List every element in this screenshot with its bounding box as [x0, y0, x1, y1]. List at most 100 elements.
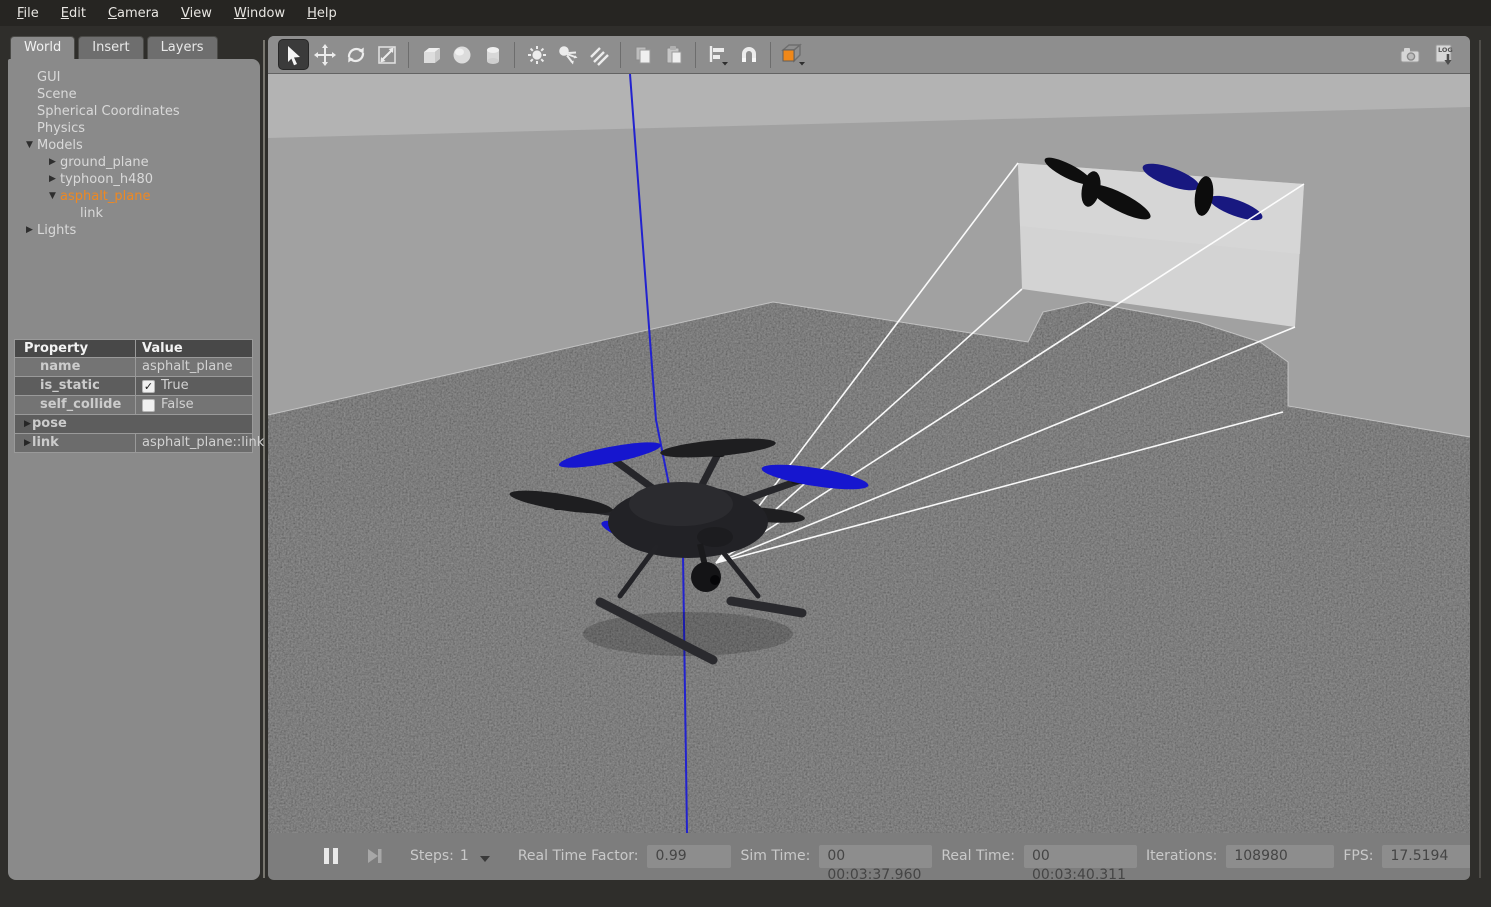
directional-light-button[interactable]: [583, 39, 614, 70]
property-row-is-static[interactable]: is_static ✓True: [15, 377, 252, 396]
left-tab-bar: World Insert Layers: [10, 36, 218, 59]
tree-item-lights[interactable]: ▶Lights: [8, 222, 260, 239]
real-time-label: Real Time:: [941, 848, 1015, 864]
copy-icon: [632, 44, 654, 66]
menu-window[interactable]: Window: [223, 3, 296, 24]
cylinder-icon: [482, 44, 504, 66]
view-cube-icon: [779, 42, 807, 68]
select-tool-button[interactable]: [278, 39, 309, 70]
point-light-icon: [526, 44, 548, 66]
tab-world[interactable]: World: [10, 36, 75, 59]
expand-arrow-icon[interactable]: ▶: [15, 415, 29, 433]
paste-button[interactable]: [658, 39, 689, 70]
sphere-shape-button[interactable]: [446, 39, 477, 70]
real-time-factor-field[interactable]: 0.99: [647, 845, 731, 868]
expand-arrow-icon[interactable]: ▶: [15, 434, 29, 452]
tab-layers[interactable]: Layers: [147, 36, 218, 59]
sim-time-field[interactable]: 00 00:03:37.960: [819, 845, 932, 868]
property-row-link[interactable]: ▶link asphalt_plane::link: [15, 434, 252, 453]
toolbar-separator: [695, 42, 696, 68]
align-icon: [706, 43, 730, 67]
svg-text:LOG: LOG: [1438, 46, 1453, 54]
toolbar-separator: [408, 42, 409, 68]
panel-splitter[interactable]: [263, 40, 265, 878]
window-edge: [1479, 40, 1481, 878]
tree-item-physics[interactable]: Physics: [8, 120, 260, 137]
tree-item-spherical-coordinates[interactable]: Spherical Coordinates: [8, 103, 260, 120]
tree-item-typhoon-h480[interactable]: ▶typhoon_h480: [8, 171, 260, 188]
fps-field[interactable]: 17.5194: [1382, 845, 1470, 868]
rotate-tool-button[interactable]: [340, 39, 371, 70]
snap-magnet-icon: [738, 44, 760, 66]
log-record-button[interactable]: LOG: [1429, 39, 1460, 70]
tree-item-asphalt-plane[interactable]: ▼asphalt_plane: [8, 188, 260, 205]
sphere-icon: [451, 44, 473, 66]
expand-arrow-icon[interactable]: ▼: [45, 188, 60, 205]
tree-item-ground-plane[interactable]: ▶ground_plane: [8, 154, 260, 171]
rotate-icon: [345, 44, 367, 66]
camera-icon: [1398, 44, 1422, 66]
select-cursor-icon: [283, 44, 305, 66]
pause-button[interactable]: [322, 846, 340, 866]
screenshot-button[interactable]: [1394, 39, 1425, 70]
align-tool-button[interactable]: [702, 39, 733, 70]
viewport-toolbar: LOG: [268, 36, 1470, 74]
camera-lens: [710, 575, 720, 585]
iterations-field[interactable]: 108980: [1226, 845, 1334, 868]
sim-time-label: Sim Time:: [740, 848, 810, 864]
expand-arrow-icon[interactable]: ▶: [22, 222, 37, 239]
simulation-status-bar: Steps: 1 Real Time Factor: 0.99 Sim Time…: [268, 833, 1470, 879]
menu-edit[interactable]: Edit: [50, 3, 97, 24]
render-area: LOG: [268, 36, 1470, 880]
real-time-factor-label: Real Time Factor:: [518, 848, 639, 864]
toolbar-separator: [514, 42, 515, 68]
property-row-pose[interactable]: ▶pose: [15, 415, 252, 434]
point-light-button[interactable]: [521, 39, 552, 70]
copy-button[interactable]: [627, 39, 658, 70]
property-row-self-collide[interactable]: self_collide False: [15, 396, 252, 415]
box-icon: [420, 44, 442, 66]
steps-value[interactable]: 1: [460, 848, 469, 864]
tree-item-gui[interactable]: GUI: [8, 69, 260, 86]
3d-viewport[interactable]: [268, 74, 1470, 833]
spot-light-icon: [557, 44, 579, 66]
expand-arrow-icon[interactable]: ▶: [45, 171, 60, 188]
menu-bar: File Edit Camera View Window Help: [0, 0, 1491, 26]
tree-item-scene[interactable]: Scene: [8, 86, 260, 103]
property-table: Property Value name asphalt_plane is_sta…: [14, 339, 253, 453]
tree-item-models[interactable]: ▼Models: [8, 137, 260, 154]
directional-light-icon: [588, 44, 610, 66]
snap-tool-button[interactable]: [733, 39, 764, 70]
real-time-field[interactable]: 00 00:03:40.311: [1024, 845, 1137, 868]
iterations-label: Iterations:: [1146, 848, 1217, 864]
steps-label: Steps:: [410, 848, 454, 864]
scale-tool-button[interactable]: [371, 39, 402, 70]
tab-insert[interactable]: Insert: [78, 36, 143, 59]
expand-arrow-icon[interactable]: ▶: [45, 154, 60, 171]
menu-file[interactable]: File: [6, 3, 50, 24]
translate-tool-button[interactable]: [309, 39, 340, 70]
steps-dropdown-icon[interactable]: [480, 856, 490, 862]
toolbar-separator: [620, 42, 621, 68]
translate-icon: [314, 44, 336, 66]
log-icon: LOG: [1433, 43, 1457, 67]
expand-arrow-icon[interactable]: ▼: [22, 137, 37, 154]
cylinder-shape-button[interactable]: [477, 39, 508, 70]
fps-label: FPS:: [1343, 848, 1373, 864]
spot-light-button[interactable]: [552, 39, 583, 70]
property-table-header: Property Value: [15, 340, 252, 358]
checkbox-checked-icon[interactable]: ✓: [142, 380, 155, 393]
menu-camera[interactable]: Camera: [97, 3, 170, 24]
menu-help[interactable]: Help: [296, 3, 348, 24]
checkbox-unchecked-icon[interactable]: [142, 399, 155, 412]
step-button[interactable]: [366, 846, 384, 866]
drone-canopy: [629, 482, 733, 526]
world-tree: GUI Scene Spherical Coordinates Physics …: [8, 59, 260, 239]
scene-render: [268, 74, 1470, 833]
box-shape-button[interactable]: [415, 39, 446, 70]
toolbar-separator: [770, 42, 771, 68]
property-row-name[interactable]: name asphalt_plane: [15, 358, 252, 377]
tree-item-link[interactable]: link: [8, 205, 260, 222]
menu-view[interactable]: View: [170, 3, 223, 24]
view-angle-button[interactable]: [777, 39, 808, 70]
